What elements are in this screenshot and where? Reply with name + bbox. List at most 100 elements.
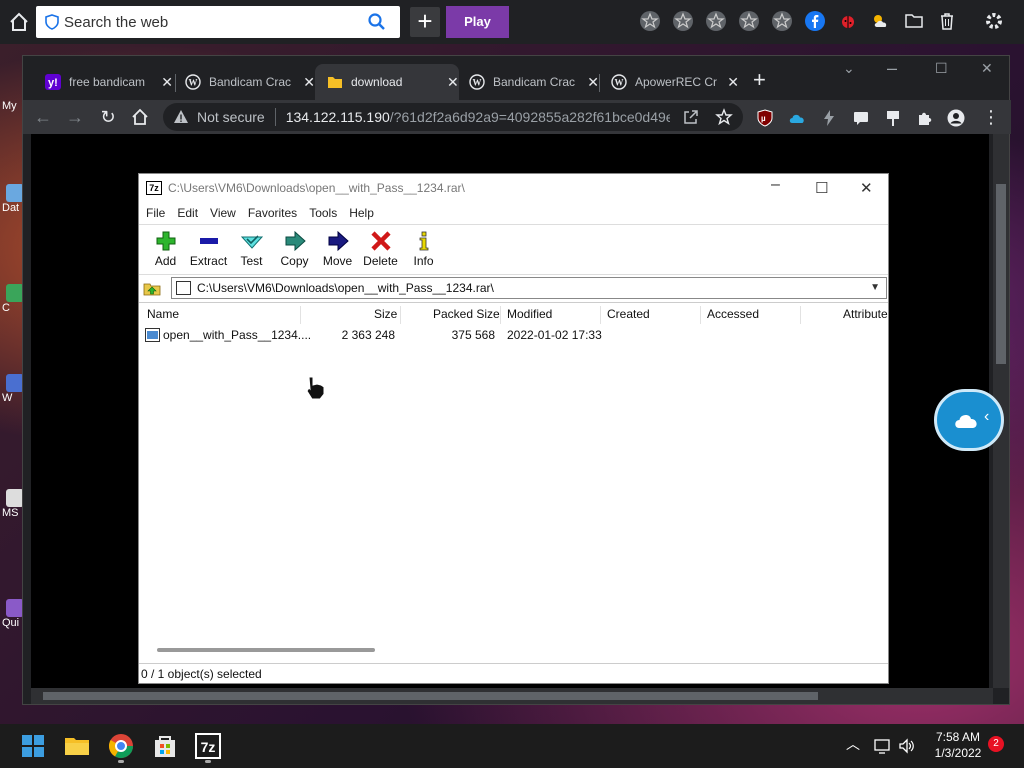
home-icon[interactable]: [130, 107, 150, 127]
chat-extension-icon[interactable]: [852, 109, 870, 127]
system-clock[interactable]: 7:58 AM 1/3/2022: [930, 729, 986, 761]
share-icon[interactable]: [683, 109, 699, 125]
profile-avatar-icon[interactable]: [947, 109, 965, 127]
menu-help[interactable]: Help: [349, 203, 374, 223]
scroll-thumb[interactable]: [996, 184, 1006, 364]
bolt-extension-icon[interactable]: [820, 109, 838, 127]
new-tab-button[interactable]: +: [753, 69, 766, 91]
weather-icon[interactable]: [869, 9, 893, 33]
tray-chevron-up-icon[interactable]: ︿: [846, 734, 860, 754]
desktop-icon-data[interactable]: Dat: [2, 184, 24, 214]
scroll-thumb[interactable]: [43, 692, 818, 700]
tab-search-chevron-icon[interactable]: ⌄: [843, 60, 855, 77]
menu-favorites[interactable]: Favorites: [248, 203, 297, 223]
table-row[interactable]: open__with_Pass__1234.... 2 363 248 375 …: [139, 325, 888, 345]
play-button[interactable]: Play: [446, 6, 509, 38]
volume-icon[interactable]: [898, 737, 916, 755]
close-icon[interactable]: ✕: [161, 74, 173, 91]
desktop-icon-quick[interactable]: Qui: [2, 599, 24, 629]
desktop-icon-ms[interactable]: MS: [2, 489, 24, 519]
column-header-size[interactable]: Size: [374, 307, 397, 321]
menu-tools[interactable]: Tools: [309, 203, 337, 223]
column-header-created[interactable]: Created: [607, 307, 650, 321]
column-divider[interactable]: [400, 306, 401, 324]
star-icon[interactable]: [770, 9, 794, 33]
tab-download[interactable]: download ✕: [315, 64, 459, 100]
desktop-icon-w[interactable]: W: [2, 374, 24, 404]
horizontal-scrollbar[interactable]: [157, 648, 375, 652]
column-divider[interactable]: [700, 306, 701, 324]
microsoft-store-icon[interactable]: [151, 732, 179, 760]
column-divider[interactable]: [300, 306, 301, 324]
star-icon[interactable]: [671, 9, 695, 33]
desktop-icon-my[interactable]: My: [2, 100, 24, 112]
chevron-down-icon[interactable]: ▼: [870, 282, 880, 293]
folder-icon[interactable]: [902, 9, 926, 33]
maximize-icon[interactable]: ☐: [815, 179, 828, 197]
column-header-attributes[interactable]: Attribute: [843, 307, 888, 321]
folder-up-icon[interactable]: [143, 279, 161, 297]
windows-start-icon[interactable]: [19, 732, 47, 760]
minimize-icon[interactable]: –: [771, 176, 780, 194]
column-header-modified[interactable]: Modified: [507, 307, 552, 321]
menu-edit[interactable]: Edit: [177, 203, 198, 223]
star-icon[interactable]: [704, 9, 728, 33]
column-divider[interactable]: [600, 306, 601, 324]
ublock-icon[interactable]: µ: [756, 109, 774, 127]
test-button[interactable]: Test: [230, 225, 273, 273]
maximize-icon[interactable]: ☐: [935, 60, 948, 77]
star-icon[interactable]: [737, 9, 761, 33]
notification-badge[interactable]: 2: [988, 736, 1004, 752]
move-button[interactable]: Move: [316, 225, 359, 273]
chrome-icon[interactable]: [107, 732, 135, 760]
window-close-icon[interactable]: ✕: [860, 179, 873, 197]
info-button[interactable]: Info: [402, 225, 445, 273]
copy-button[interactable]: Copy: [273, 225, 316, 273]
column-divider[interactable]: [500, 306, 501, 324]
back-arrow-icon[interactable]: ←: [33, 107, 53, 127]
column-header-name[interactable]: Name: [147, 307, 179, 321]
column-divider[interactable]: [800, 306, 801, 324]
add-button[interactable]: Add: [144, 225, 187, 273]
path-combobox[interactable]: C:\Users\VM6\Downloads\open__with_Pass__…: [171, 277, 887, 299]
address-bar[interactable]: Not secure 134.122.115.190 /?61d2f2a6d92…: [163, 103, 743, 131]
floating-cloud-button[interactable]: ‹: [934, 389, 1004, 451]
home-icon[interactable]: [8, 11, 30, 33]
cloud-extension-icon[interactable]: [788, 109, 806, 127]
star-icon[interactable]: [638, 9, 662, 33]
web-search-input[interactable]: [64, 13, 360, 31]
puzzle-extensions-icon[interactable]: [916, 109, 934, 127]
close-icon[interactable]: ✕: [587, 74, 599, 91]
column-header-packed-size[interactable]: Packed Size: [433, 307, 500, 321]
tab-apowerrec-crack[interactable]: W ApowerREC Cr ✕: [599, 64, 739, 100]
tab-bandicam-crack-2[interactable]: W Bandicam Crac ✕: [457, 64, 599, 100]
minimize-icon[interactable]: –: [887, 58, 897, 79]
forward-arrow-icon[interactable]: →: [65, 107, 85, 127]
menu-file[interactable]: File: [146, 203, 165, 223]
pin-extension-icon[interactable]: [884, 109, 902, 127]
chevron-left-icon[interactable]: ‹: [984, 408, 989, 426]
delete-button[interactable]: Delete: [359, 225, 402, 273]
horizontal-scrollbar[interactable]: [31, 688, 993, 704]
window-close-icon[interactable]: ✕: [981, 60, 993, 77]
trash-icon[interactable]: [935, 9, 959, 33]
gear-icon[interactable]: [982, 9, 1006, 33]
close-icon[interactable]: ✕: [727, 74, 739, 91]
facebook-icon[interactable]: [803, 9, 827, 33]
tab-free-bandicam[interactable]: y! free bandicam ✕: [33, 64, 173, 100]
menu-view[interactable]: View: [210, 203, 236, 223]
desktop-icon-c[interactable]: C: [2, 284, 24, 314]
extract-button[interactable]: Extract: [187, 225, 230, 273]
bookmark-star-icon[interactable]: [715, 108, 733, 126]
column-header-accessed[interactable]: Accessed: [707, 307, 759, 321]
search-icon[interactable]: [368, 13, 386, 31]
tab-bandicam-crack-1[interactable]: W Bandicam Crac ✕: [173, 64, 315, 100]
add-button[interactable]: +: [410, 7, 440, 37]
menu-kebab-icon[interactable]: ⋮: [981, 107, 1001, 127]
7zip-taskbar-button[interactable]: 7z: [195, 733, 221, 759]
ladybug-icon[interactable]: [836, 9, 860, 33]
network-icon[interactable]: [874, 737, 892, 755]
close-icon[interactable]: ✕: [303, 74, 315, 91]
file-explorer-icon[interactable]: [63, 732, 91, 760]
reload-icon[interactable]: ↻: [98, 107, 118, 127]
